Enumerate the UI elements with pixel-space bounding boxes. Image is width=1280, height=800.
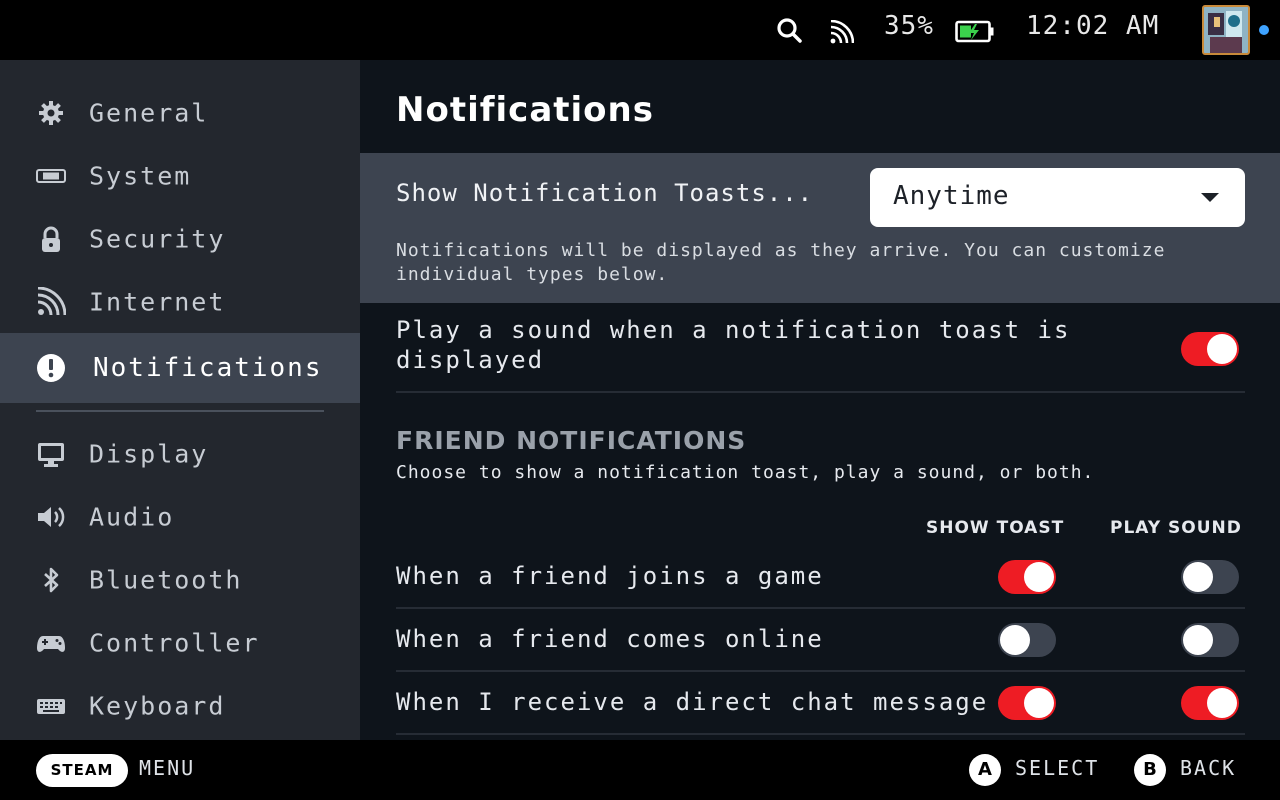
gear-icon xyxy=(36,98,66,128)
toasts-dropdown[interactable]: Anytime xyxy=(870,168,1245,227)
a-button-icon[interactable]: A xyxy=(969,754,1001,786)
avatar[interactable] xyxy=(1202,5,1250,55)
sidebar-item-display[interactable]: Display xyxy=(0,422,360,486)
play-sound-label: Play a sound when a notification toast i… xyxy=(396,316,1071,374)
clock: 12:02 AM xyxy=(1026,11,1160,41)
play-sound-toggle[interactable] xyxy=(1181,686,1239,720)
b-button-icon[interactable]: B xyxy=(1134,754,1166,786)
play-sound-setting: Play a sound when a notification toast i… xyxy=(396,313,1245,393)
search-icon[interactable] xyxy=(776,17,802,47)
wifi-icon[interactable] xyxy=(830,19,855,48)
play-sound-toggle[interactable] xyxy=(1181,623,1239,657)
page-title: Notifications xyxy=(396,90,654,130)
bluetooth-icon xyxy=(36,565,66,595)
toasts-description: Notifications will be displayed as they … xyxy=(396,240,1166,285)
battery-percent: 35% xyxy=(884,11,934,41)
sidebar-item-internet[interactable]: Internet xyxy=(0,270,360,334)
lock-icon xyxy=(36,224,66,254)
friend-notifications-header: FRIEND NOTIFICATIONS xyxy=(396,426,747,455)
sidebar-item-label: Notifications xyxy=(93,353,323,383)
toggle-knob xyxy=(1183,562,1213,592)
toggle-knob xyxy=(1207,334,1237,364)
toggle-knob xyxy=(1183,625,1213,655)
sidebar-item-controller[interactable]: Controller xyxy=(0,611,360,675)
sidebar-item-label: Bluetooth xyxy=(89,565,243,595)
notification-row-direct-chat: When I receive a direct chat message xyxy=(396,672,1245,735)
sidebar-item-keyboard[interactable]: Keyboard xyxy=(0,674,360,738)
sidebar-item-audio[interactable]: Audio xyxy=(0,485,360,549)
sidebar-item-security[interactable]: Security xyxy=(0,207,360,271)
monitor-icon xyxy=(36,439,66,469)
toggle-knob xyxy=(1000,625,1030,655)
bottom-button-hints: STEAM MENU A SELECT B BACK xyxy=(0,740,1280,800)
settings-sidebar: General System Security Internet Notific… xyxy=(0,60,360,740)
sidebar-item-bluetooth[interactable]: Bluetooth xyxy=(0,548,360,612)
sidebar-item-label: General xyxy=(89,98,209,128)
sidebar-item-label: Display xyxy=(89,439,209,469)
signal-icon xyxy=(36,286,67,317)
sidebar-item-label: Audio xyxy=(89,502,175,532)
battery-charging-icon xyxy=(955,20,995,48)
sidebar-item-label: Internet xyxy=(89,287,226,317)
toggle-knob xyxy=(1024,688,1054,718)
online-status-dot xyxy=(1259,25,1269,35)
device-icon xyxy=(36,161,66,191)
play-sound-column-header: PLAY SOUND xyxy=(1110,518,1242,538)
sidebar-item-label: Controller xyxy=(89,628,260,658)
sidebar-item-label: System xyxy=(89,161,192,191)
steam-button[interactable]: STEAM xyxy=(36,754,128,787)
chevron-down-icon xyxy=(1201,193,1219,202)
show-toast-toggle[interactable] xyxy=(998,560,1056,594)
play-sound-toggle[interactable] xyxy=(1181,560,1239,594)
dropdown-selected-value: Anytime xyxy=(893,181,1010,211)
sidebar-divider xyxy=(36,410,324,412)
notifications-panel: Notifications Show Notification Toasts..… xyxy=(360,60,1280,740)
play-sound-toggle[interactable] xyxy=(1181,332,1239,366)
show-toast-toggle[interactable] xyxy=(998,623,1056,657)
toggle-knob xyxy=(1024,562,1054,592)
sidebar-item-system[interactable]: System xyxy=(0,144,360,208)
show-toast-toggle[interactable] xyxy=(998,686,1056,720)
toggle-knob xyxy=(1207,688,1237,718)
notification-row-friend-online: When a friend comes online xyxy=(396,609,1245,672)
sidebar-item-label: Security xyxy=(89,224,226,254)
sidebar-item-notifications[interactable]: Notifications xyxy=(0,333,360,403)
back-hint-label: BACK xyxy=(1180,756,1237,780)
select-hint-label: SELECT xyxy=(1015,756,1100,780)
gamepad-icon xyxy=(36,628,66,658)
notification-toasts-setting: Show Notification Toasts... Anytime Noti… xyxy=(360,153,1280,303)
keyboard-icon xyxy=(36,691,66,721)
notification-row-friend-joins-game: When a friend joins a game xyxy=(396,546,1245,609)
notification-row-label: When I receive a direct chat message xyxy=(396,688,989,716)
toasts-label: Show Notification Toasts... xyxy=(396,179,814,207)
alert-icon xyxy=(36,353,66,383)
speaker-icon xyxy=(36,502,66,532)
sidebar-item-general[interactable]: General xyxy=(0,81,360,145)
sidebar-item-label: Keyboard xyxy=(89,691,226,721)
notification-row-label: When a friend joins a game xyxy=(396,562,824,590)
notification-row-label: When a friend comes online xyxy=(396,625,824,653)
show-toast-column-header: SHOW TOAST xyxy=(926,518,1065,538)
friend-notifications-description: Choose to show a notification toast, pla… xyxy=(396,462,1095,483)
menu-hint-label: MENU xyxy=(139,756,196,780)
top-status-bar: 35% 12:02 AM xyxy=(0,0,1280,60)
